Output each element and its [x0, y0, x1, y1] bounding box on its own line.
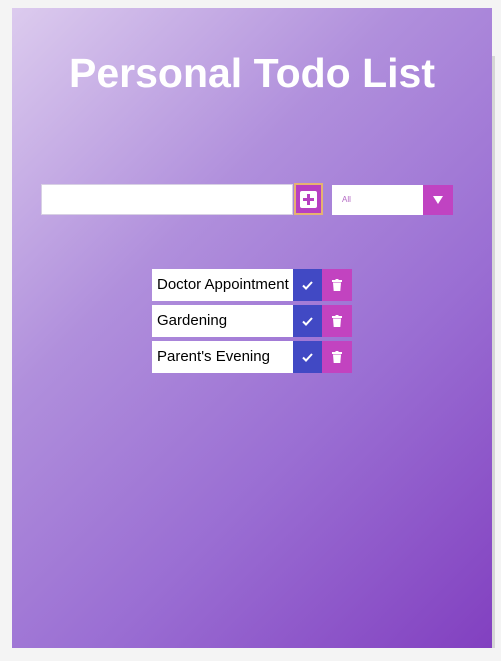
complete-button[interactable]: [293, 305, 322, 337]
scrollbar[interactable]: [492, 56, 495, 648]
plus-square-icon: [300, 190, 317, 208]
todo-input[interactable]: [41, 184, 293, 215]
todo-text: Doctor Appointment: [152, 269, 293, 301]
todo-list: Doctor Appointment Gardening Parent's Ev…: [152, 269, 352, 377]
check-icon: [302, 316, 313, 326]
delete-button[interactable]: [322, 305, 352, 337]
page-title: Personal Todo List: [69, 50, 435, 96]
add-todo-button[interactable]: [294, 183, 323, 215]
trash-icon: [332, 351, 342, 363]
filter-selected-value: All: [342, 195, 351, 204]
todo-item: Gardening: [152, 305, 352, 337]
todo-item: Doctor Appointment: [152, 269, 352, 301]
trash-icon: [332, 279, 342, 291]
complete-button[interactable]: [293, 341, 322, 373]
filter-dropdown-toggle[interactable]: [423, 185, 453, 215]
check-icon: [302, 352, 313, 362]
trash-icon: [332, 315, 342, 327]
todo-text: Gardening: [152, 305, 293, 337]
caret-down-icon: [433, 196, 443, 204]
check-icon: [302, 280, 313, 290]
browser-viewport: Personal Todo List All Doctor Appointmen…: [0, 0, 501, 661]
delete-button[interactable]: [322, 269, 352, 301]
filter-select[interactable]: All: [332, 185, 453, 215]
todo-item: Parent's Evening: [152, 341, 352, 373]
todo-text: Parent's Evening: [152, 341, 293, 373]
complete-button[interactable]: [293, 269, 322, 301]
todo-app: Personal Todo List All Doctor Appointmen…: [12, 8, 492, 648]
delete-button[interactable]: [322, 341, 352, 373]
